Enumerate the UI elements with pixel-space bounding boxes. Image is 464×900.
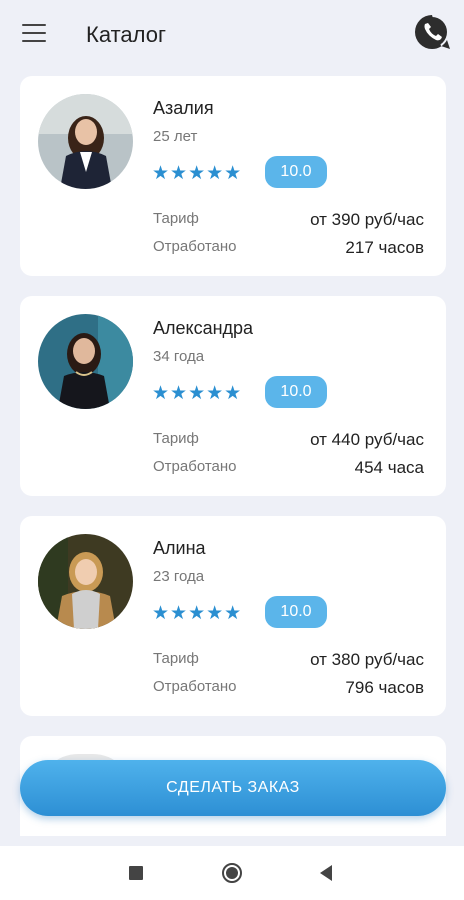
profile-age: 25 лет [153, 128, 198, 145]
star-rating-icon: ★★★★★ [152, 383, 243, 404]
rating-badge: 10.0 [265, 156, 327, 188]
tariff-label: Тариф [153, 650, 199, 667]
worked-value: 454 часа [354, 458, 424, 477]
worked-label: Отработано [153, 458, 237, 475]
worked-value: 796 часов [345, 678, 424, 697]
avatar [38, 94, 133, 189]
order-button[interactable]: СДЕЛАТЬ ЗАКАЗ [20, 760, 446, 816]
profile-age: 23 года [153, 568, 205, 585]
catalog-list: Азалия 25 лет ★★★★★ 10.0 Тариф от 390 ру… [20, 76, 446, 836]
star-rating-icon: ★★★★★ [152, 603, 243, 624]
star-rating-icon: ★★★★★ [152, 163, 243, 184]
worked-value: 217 часов [345, 238, 424, 257]
profile-name: Алина [153, 538, 206, 558]
whatsapp-icon[interactable] [412, 12, 452, 52]
tariff-value: от 390 руб/час [310, 210, 424, 229]
profile-card[interactable]: Александра 34 года ★★★★★ 10.0 Тариф от 4… [20, 296, 446, 496]
tariff-label: Тариф [153, 210, 199, 227]
hamburger-menu-icon[interactable] [22, 24, 46, 42]
home-icon[interactable] [222, 863, 242, 883]
profile-name: Александра [153, 318, 254, 338]
recent-apps-icon[interactable] [129, 866, 143, 880]
worked-label: Отработано [153, 678, 237, 695]
app-bar: Каталог [0, 0, 464, 70]
worked-label: Отработано [153, 238, 237, 255]
tariff-value: от 440 руб/час [310, 430, 424, 449]
system-nav-bar [0, 846, 464, 900]
rating-badge: 10.0 [265, 596, 327, 628]
profile-card[interactable]: Азалия 25 лет ★★★★★ 10.0 Тариф от 390 ру… [20, 76, 446, 276]
profile-age: 34 года [153, 348, 205, 365]
page-title: Каталог [86, 22, 166, 47]
avatar [38, 534, 133, 629]
rating-badge: 10.0 [265, 376, 327, 408]
tariff-label: Тариф [153, 430, 199, 447]
back-icon[interactable] [320, 865, 332, 881]
profile-card[interactable]: Алина 23 года ★★★★★ 10.0 Тариф от 380 ру… [20, 516, 446, 716]
profile-name: Азалия [153, 98, 214, 118]
avatar [38, 314, 133, 409]
tariff-value: от 380 руб/час [310, 650, 424, 669]
